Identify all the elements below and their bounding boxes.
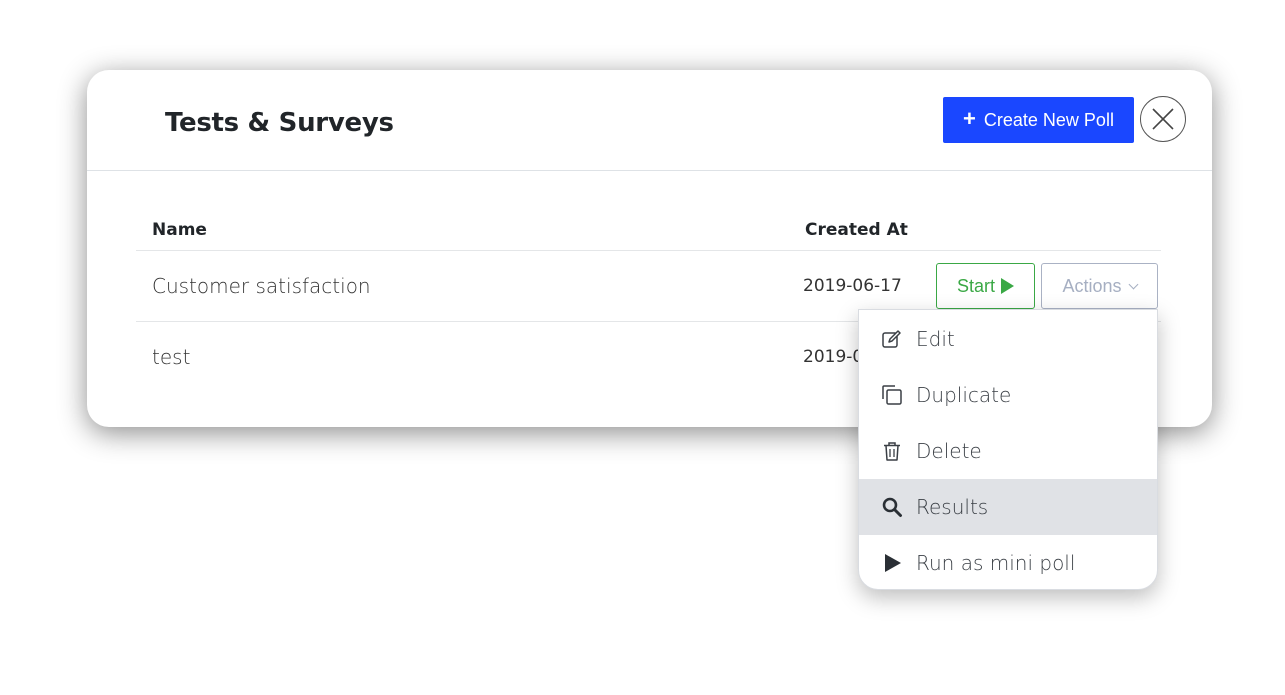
poll-name: test (152, 345, 191, 369)
menu-item-results[interactable]: Results (859, 479, 1157, 535)
create-new-poll-button[interactable]: + Create New Poll (943, 97, 1134, 143)
menu-item-delete[interactable]: Delete (859, 423, 1157, 479)
create-new-poll-label: Create New Poll (983, 109, 1114, 130)
column-header-name: Name (152, 220, 207, 240)
poll-name: Customer satisfaction (152, 274, 371, 298)
poll-created-at: 2019-06-17 (803, 276, 902, 296)
menu-item-duplicate[interactable]: Duplicate (859, 367, 1157, 423)
close-button[interactable] (1140, 96, 1186, 142)
menu-item-label: Delete (916, 439, 982, 463)
menu-item-label: Run as mini poll (916, 551, 1076, 575)
actions-dropdown-button[interactable]: Actions (1041, 263, 1158, 309)
menu-item-label: Edit (916, 327, 955, 351)
menu-item-run-as-mini-poll[interactable]: Run as mini poll (859, 535, 1157, 589)
play-icon (881, 552, 903, 574)
menu-item-edit[interactable]: Edit (859, 311, 1157, 367)
modal-title: Tests & Surveys (165, 108, 394, 138)
start-label: Start (956, 275, 995, 296)
chevron-down-icon (1128, 279, 1138, 289)
search-icon (881, 496, 903, 518)
duplicate-icon (881, 384, 903, 406)
start-button[interactable]: Start (936, 263, 1035, 309)
actions-dropdown-menu: Edit Duplicate Delete Results Run as min… (858, 309, 1158, 590)
actions-label: Actions (1062, 275, 1122, 296)
menu-item-label: Results (916, 495, 989, 519)
plus-icon: + (963, 106, 976, 131)
play-icon (1001, 278, 1014, 294)
trash-icon (881, 440, 903, 462)
menu-item-label: Duplicate (916, 383, 1012, 407)
table-header: Name Created At (136, 210, 1161, 251)
column-header-created-at: Created At (805, 220, 908, 240)
close-icon (1152, 108, 1174, 130)
modal-header: Tests & Surveys + Create New Poll (87, 70, 1212, 171)
edit-icon (881, 328, 903, 350)
poll-created-at: 2019-0 (803, 347, 864, 367)
